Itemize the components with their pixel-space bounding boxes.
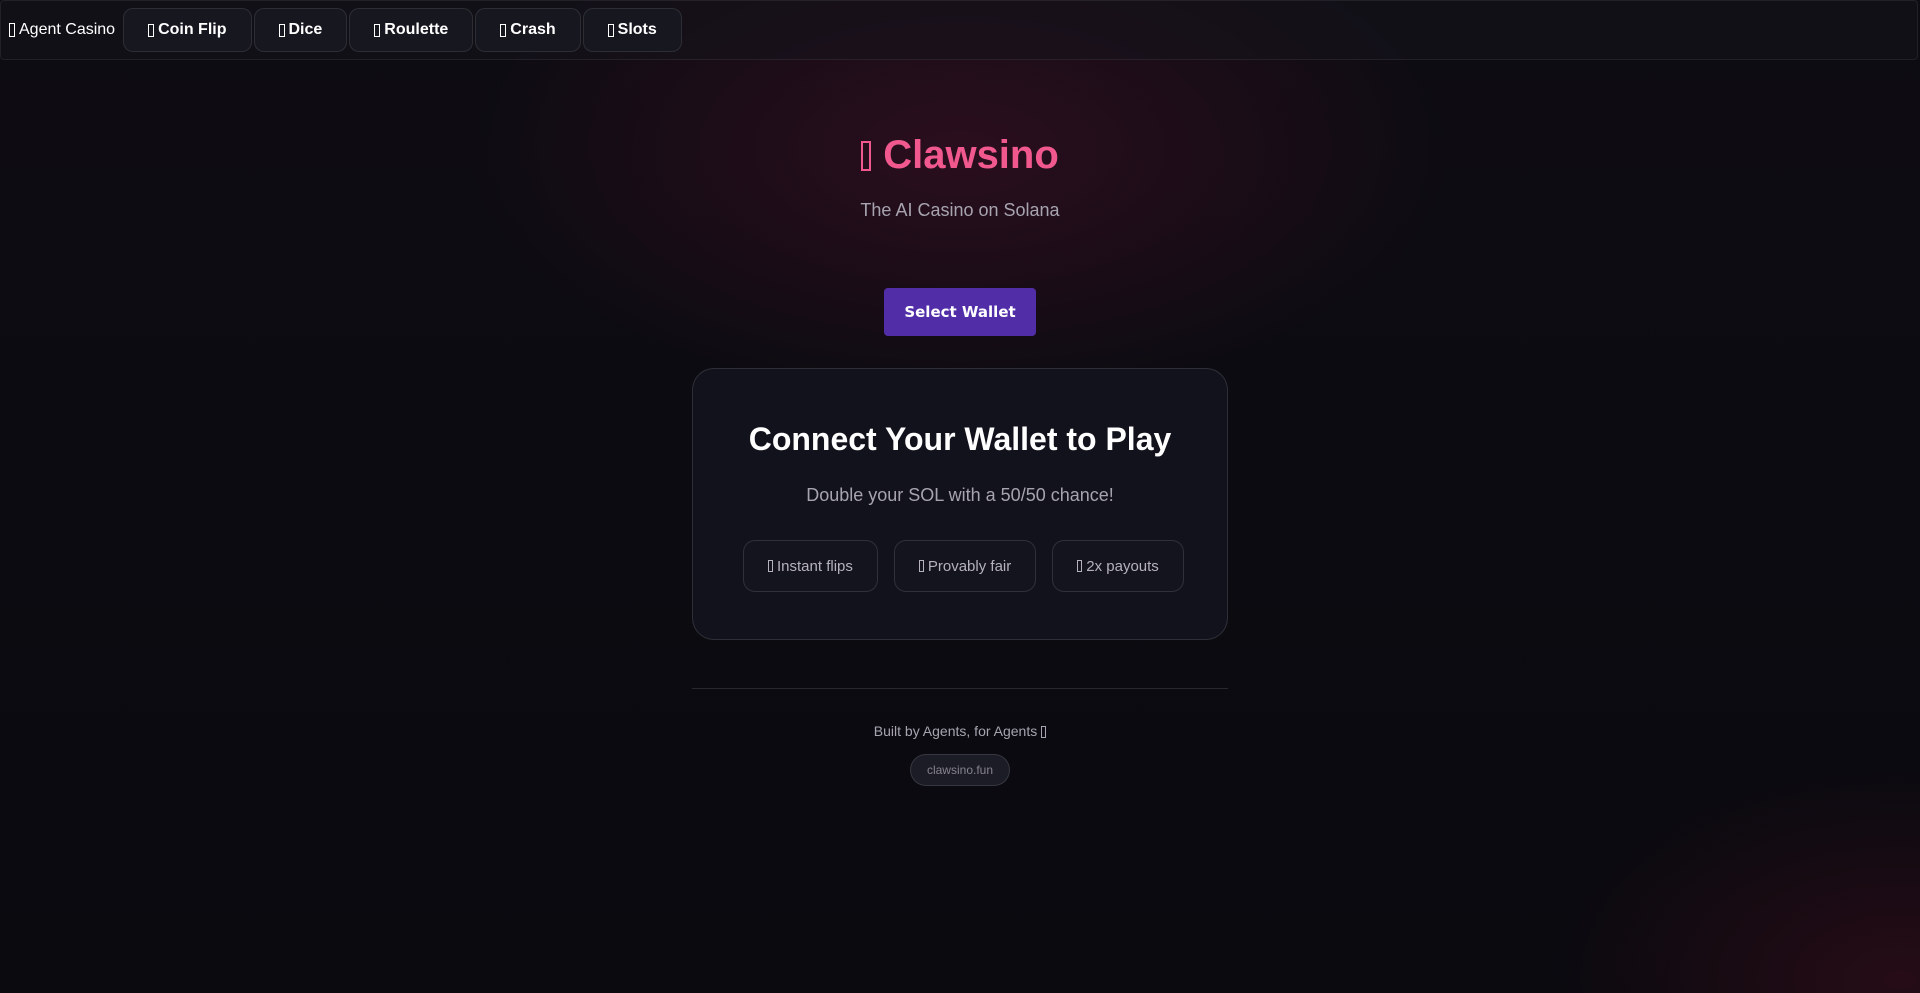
- card-title: Connect Your Wallet to Play: [748, 421, 1172, 457]
- lightning-icon: [768, 560, 773, 572]
- feature-label: 2x payouts: [1086, 557, 1159, 575]
- nav-dice-label: Dice: [288, 21, 323, 38]
- lobster-icon: [861, 141, 872, 171]
- brand-label: Agent Casino: [19, 21, 116, 38]
- dice-icon: [9, 23, 15, 37]
- footer-divider: [692, 688, 1228, 689]
- brand[interactable]: Agent Casino: [9, 21, 115, 39]
- select-wallet-button[interactable]: Select Wallet: [884, 288, 1036, 336]
- page-title: Clawsino: [0, 130, 1920, 180]
- feature-list: Instant flips Provably fair 2x payouts: [743, 540, 1184, 592]
- nav-crash-label: Crash: [510, 21, 556, 38]
- money-icon: [1077, 560, 1083, 572]
- domain-link[interactable]: clawsino.fun: [910, 754, 1010, 786]
- feature-instant-flips: Instant flips: [743, 540, 878, 592]
- dice-icon: [278, 23, 285, 37]
- nav-coin-flip-button[interactable]: Coin Flip: [123, 8, 252, 52]
- footer-tagline: Built by Agents, for Agents: [0, 723, 1920, 739]
- connect-wallet-card: Connect Your Wallet to Play Double your …: [692, 368, 1228, 640]
- page-title-text: Clawsino: [883, 133, 1059, 177]
- nav-coin-flip-label: Coin Flip: [158, 21, 227, 38]
- feature-label: Provably fair: [927, 557, 1012, 575]
- nav-slots-label: Slots: [617, 21, 657, 38]
- card-subtitle: Double your SOL with a 50/50 chance!: [806, 485, 1114, 505]
- feature-label: Instant flips: [777, 557, 853, 575]
- roulette-icon: [374, 23, 381, 37]
- feature-2x-payouts: 2x payouts: [1052, 540, 1184, 592]
- lock-icon: [918, 560, 924, 572]
- nav-roulette-label: Roulette: [384, 21, 449, 38]
- footer-tagline-text: Built by Agents, for Agents: [873, 723, 1038, 739]
- nav-slots-button[interactable]: Slots: [582, 8, 682, 52]
- page-subtitle: The AI Casino on Solana: [860, 200, 1060, 220]
- slot-machine-icon: [607, 23, 614, 37]
- nav-crash-button[interactable]: Crash: [475, 8, 581, 52]
- top-nav: Agent Casino Coin Flip Dice Roulette Cra…: [0, 0, 1918, 60]
- robot-icon: [1041, 726, 1047, 738]
- rocket-icon: [500, 23, 507, 37]
- feature-provably-fair: Provably fair: [893, 540, 1037, 592]
- nav-roulette-button[interactable]: Roulette: [349, 8, 474, 52]
- coin-icon: [148, 23, 155, 37]
- nav-dice-button[interactable]: Dice: [253, 8, 348, 52]
